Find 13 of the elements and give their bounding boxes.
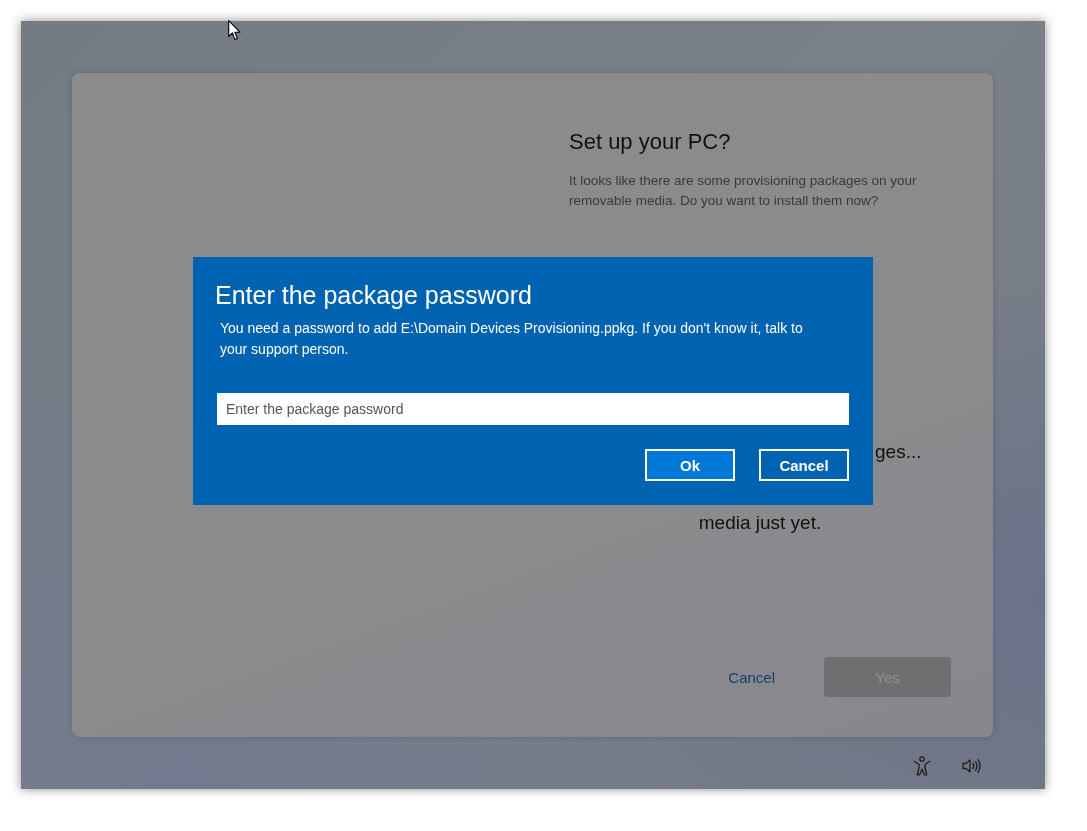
speaker-icon[interactable] [962,758,982,774]
dialog-title: Enter the package password [215,280,532,311]
setup-title: Set up your PC? [569,128,731,156]
password-field[interactable]: Enter the package password [217,393,849,425]
dialog-message: You need a password to add E:\Domain Devices Provisioning.ppkg. If you don't know it, talk to your support person. [220,319,804,359]
status-text: ges... [875,440,922,464]
setup-description: It looks like there are some provisioning packages on your removable media. Do you want to install them now? [569,172,918,210]
cursor-icon [228,20,241,41]
accessibility-icon[interactable] [913,756,931,776]
ok-button[interactable]: Ok [645,449,735,481]
cancel-button[interactable]: Cancel [759,449,849,481]
action-link[interactable]: Cancel [720,657,783,697]
status-text: media just yet. [698,511,822,535]
